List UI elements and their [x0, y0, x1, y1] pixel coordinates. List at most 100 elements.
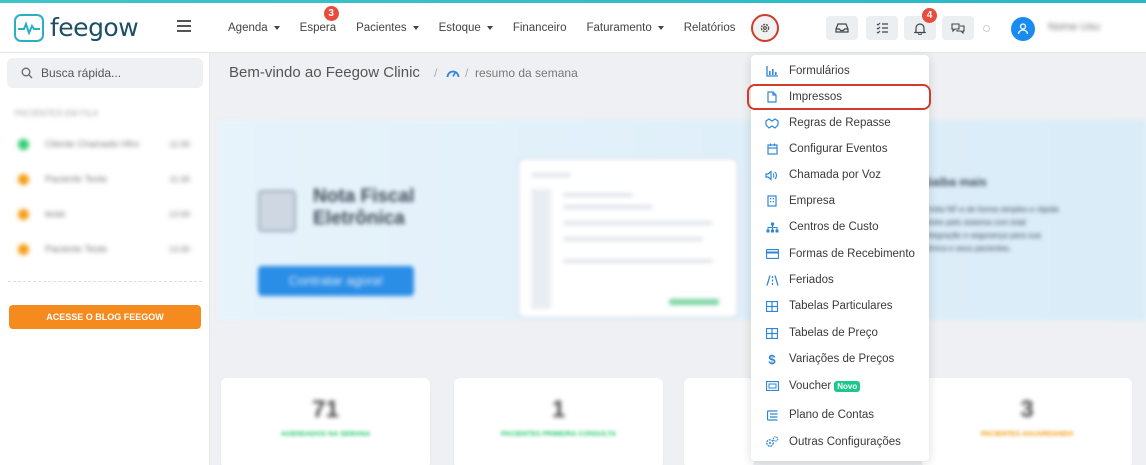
stat-card: [684, 378, 754, 465]
stat-value: 1: [551, 396, 566, 423]
queue-status-dot: [18, 173, 29, 185]
stat-card: 3 PACIENTES AGUARDANDO: [922, 378, 1132, 465]
speaker-icon: [765, 168, 779, 182]
notifications-count-badge: 4: [922, 8, 937, 23]
breadcrumb: / resumo da semana: [465, 66, 578, 80]
ticket-icon: [765, 379, 779, 393]
dollar-icon: $: [768, 351, 776, 367]
inbox-icon: [835, 23, 849, 33]
queue-item[interactable]: teste 12:00: [18, 206, 193, 222]
logo[interactable]: feegow: [14, 13, 139, 42]
breadcrumb-separator: /: [434, 66, 438, 80]
menu-item-tabelas-preco[interactable]: Tabelas de Preço: [765, 324, 878, 342]
menu-item-regras-repasse[interactable]: Regras de Repasse: [765, 114, 891, 132]
menu-item-configurar-eventos[interactable]: Configurar Eventos: [765, 140, 887, 158]
cogs-icon: [765, 435, 779, 449]
nav-espera[interactable]: Espera 3: [300, 6, 339, 34]
dashboard-gauge-icon: [446, 66, 460, 84]
stat-card: 1 PACIENTES PRIMEIRA CONSULTA: [454, 378, 663, 465]
queue-item[interactable]: Cliente Chamado Hfro 11:00: [18, 136, 193, 152]
blog-button[interactable]: ACESSE O BLOG FEEGOW: [9, 305, 201, 329]
menu-item-chamada-voz[interactable]: Chamada por Voz: [765, 166, 881, 184]
banner-screenshot-image: [518, 158, 738, 318]
queue-item[interactable]: Paciente Teste 13:30: [18, 241, 193, 257]
menu-item-formularios[interactable]: Formulários: [765, 62, 850, 80]
settings-dropdown-menu: Formulários Impressos Regras de Repasse …: [751, 55, 929, 461]
table-icon: [765, 299, 779, 313]
search-icon: [21, 67, 33, 79]
top-header: feegow Agenda Espera 3 Pacientes Estoque …: [0, 3, 1146, 53]
road-icon: [765, 273, 779, 287]
caret-down-icon: [273, 26, 280, 30]
main-nav: Agenda Espera 3 Pacientes Estoque Finance…: [228, 3, 778, 53]
menu-item-outras-configuracoes[interactable]: Outras Configurações: [765, 433, 901, 451]
impressos-highlight-outline: [747, 84, 931, 110]
stat-label: PACIENTES AGUARDANDO: [980, 431, 1074, 438]
building-icon: [765, 194, 779, 208]
checklist-icon: [876, 22, 888, 34]
menu-item-centros-custo[interactable]: Centros de Custo: [765, 218, 879, 236]
user-avatar[interactable]: [1011, 17, 1035, 41]
search-input[interactable]: [41, 66, 191, 80]
promo-banner[interactable]: Nota Fiscal Eletrônica Contratar agora! …: [218, 120, 1146, 320]
bar-chart-icon: [765, 64, 779, 78]
logo-text: feegow: [50, 13, 139, 42]
menu-item-empresa[interactable]: Empresa: [765, 192, 835, 210]
tasks-button[interactable]: [866, 16, 898, 40]
gear-icon: [760, 23, 770, 33]
menu-toggle-icon[interactable]: [177, 20, 191, 35]
logo-pulse-icon: [14, 13, 44, 42]
chat-icon: [951, 23, 965, 34]
list-icon: [765, 408, 779, 422]
caret-down-icon: [412, 26, 419, 30]
nav-relatorios[interactable]: Relatórios: [684, 22, 736, 34]
queue-status-dot: [18, 243, 29, 255]
inbox-button[interactable]: [826, 16, 858, 40]
stat-label: PACIENTES PRIMEIRA CONSULTA: [500, 431, 617, 438]
sitemap-icon: [765, 220, 779, 234]
queue-status-dot: [18, 208, 29, 220]
calendar-icon: [765, 142, 779, 156]
stat-value: 71: [312, 396, 339, 423]
queue-item[interactable]: Paciente Teste 11:30: [18, 171, 193, 187]
user-name[interactable]: Nome Usu: [1048, 21, 1100, 33]
menu-item-voucher[interactable]: Voucher Novo: [765, 377, 861, 395]
banner-title: Nota Fiscal Eletrônica: [313, 186, 415, 229]
breadcrumb-current: resumo da semana: [475, 66, 578, 80]
new-badge: Novo: [834, 380, 861, 392]
menu-item-feriados[interactable]: Feriados: [765, 271, 834, 289]
page-title: Bem-vindo ao Feegow Clinic: [229, 64, 420, 81]
queue-section-title: PACIENTES EM FILA: [15, 109, 99, 118]
caret-down-icon: [657, 26, 664, 30]
nav-agenda[interactable]: Agenda: [228, 22, 280, 34]
banner-description: Saiba mais Emita NF-e de forma simples e…: [924, 175, 1059, 254]
menu-item-plano-contas[interactable]: Plano de Contas: [765, 406, 874, 424]
status-indicator: [983, 25, 990, 32]
nav-pacientes[interactable]: Pacientes: [356, 22, 419, 34]
chat-button[interactable]: [942, 16, 974, 40]
banner-cta-button[interactable]: Contratar agora!: [258, 266, 414, 296]
menu-item-formas-recebimento[interactable]: Formas de Recebimento: [765, 245, 915, 263]
invoice-icon: [258, 190, 296, 232]
nav-faturamento[interactable]: Faturamento: [587, 22, 664, 34]
caret-down-icon: [486, 26, 493, 30]
table-icon: [765, 326, 779, 340]
espera-count-badge: 3: [323, 6, 339, 21]
quick-search[interactable]: [7, 58, 203, 88]
stat-card: 71 AGENDADOS NA SEMANA: [221, 378, 430, 465]
menu-item-tabelas-particulares[interactable]: Tabelas Particulares: [765, 297, 893, 315]
nav-financeiro[interactable]: Financeiro: [513, 22, 567, 34]
queue-status-dot: [18, 138, 29, 150]
breadcrumb-separator: /: [465, 66, 469, 80]
stat-label: AGENDADOS NA SEMANA: [280, 431, 371, 438]
user-icon: [1017, 23, 1029, 35]
nav-estoque[interactable]: Estoque: [439, 22, 493, 34]
handshake-icon: [765, 116, 779, 130]
credit-card-icon: [765, 247, 779, 261]
notifications-button[interactable]: 4: [904, 8, 937, 40]
stat-value: 3: [1020, 396, 1034, 423]
settings-gear-button[interactable]: [751, 14, 779, 42]
sidebar: PACIENTES EM FILA Cliente Chamado Hfro 1…: [0, 53, 210, 465]
menu-item-variacoes-precos[interactable]: $ Variações de Preços: [765, 350, 894, 368]
sidebar-divider: [8, 281, 202, 282]
